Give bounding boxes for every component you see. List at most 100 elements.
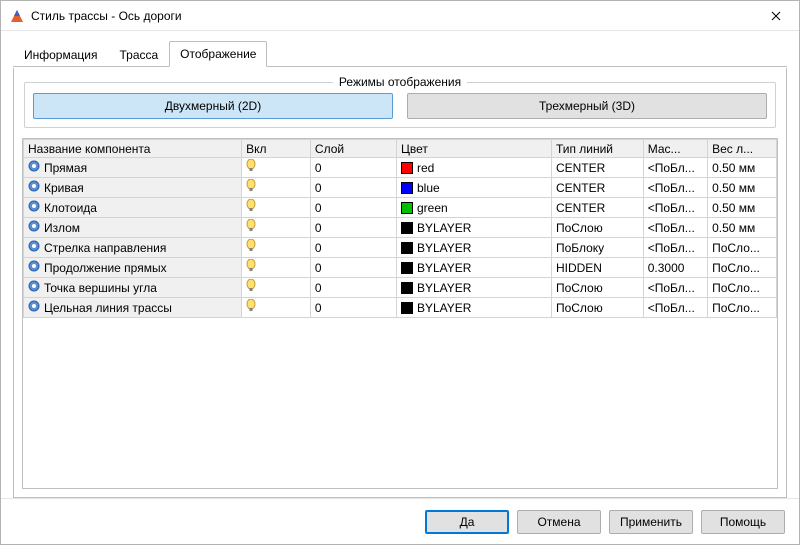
mode-2d-button[interactable]: Двухмерный (2D): [33, 93, 393, 119]
cell-linetype[interactable]: ПоСлою: [551, 218, 643, 238]
cell-lineweight[interactable]: 0.50 мм: [708, 158, 777, 178]
tab-information[interactable]: Информация: [13, 42, 108, 67]
cell-linetype[interactable]: ПоСлою: [551, 278, 643, 298]
cell-linetype[interactable]: ПоБлоку: [551, 238, 643, 258]
cell-scale[interactable]: <ПоБл...: [643, 218, 707, 238]
cell-color[interactable]: BYLAYER: [397, 298, 552, 318]
components-grid-wrap[interactable]: Название компонента Вкл Слой Цвет Тип ли…: [22, 138, 778, 489]
titlebar: Стиль трассы - Ось дороги: [1, 1, 799, 31]
table-row[interactable]: Прямая0redCENTER<ПоБл...0.50 мм: [24, 158, 777, 178]
col-header-on[interactable]: Вкл: [242, 140, 311, 158]
lightbulb-icon[interactable]: [246, 162, 256, 176]
cell-layer[interactable]: 0: [310, 158, 396, 178]
cell-color[interactable]: green: [397, 198, 552, 218]
color-swatch: [401, 182, 413, 194]
component-icon: [28, 160, 40, 175]
tab-trace[interactable]: Трасса: [108, 42, 169, 67]
display-modes-group: Режимы отображения Двухмерный (2D) Трехм…: [24, 82, 776, 128]
col-header-lineweight[interactable]: Вес л...: [708, 140, 777, 158]
component-icon: [28, 220, 40, 235]
cell-layer[interactable]: 0: [310, 298, 396, 318]
apply-button[interactable]: Применить: [609, 510, 693, 534]
cell-layer[interactable]: 0: [310, 218, 396, 238]
component-name: Излом: [44, 221, 80, 235]
color-name: BYLAYER: [417, 241, 471, 255]
col-header-linetype[interactable]: Тип линий: [551, 140, 643, 158]
color-swatch: [401, 242, 413, 254]
component-name: Кривая: [44, 181, 84, 195]
tab-underline: [13, 66, 787, 67]
component-name: Стрелка направления: [44, 241, 166, 255]
cell-linetype[interactable]: CENTER: [551, 178, 643, 198]
help-button[interactable]: Помощь: [701, 510, 785, 534]
cell-lineweight[interactable]: 0.50 мм: [708, 178, 777, 198]
lightbulb-icon[interactable]: [246, 222, 256, 236]
color-swatch: [401, 202, 413, 214]
color-name: BYLAYER: [417, 281, 471, 295]
cell-lineweight[interactable]: 0.50 мм: [708, 218, 777, 238]
lightbulb-icon[interactable]: [246, 182, 256, 196]
tab-display[interactable]: Отображение: [169, 41, 267, 67]
cell-color[interactable]: BYLAYER: [397, 278, 552, 298]
lightbulb-icon[interactable]: [246, 262, 256, 276]
cell-scale[interactable]: <ПоБл...: [643, 198, 707, 218]
cell-lineweight[interactable]: ПоСло...: [708, 298, 777, 318]
cell-color[interactable]: red: [397, 158, 552, 178]
mode-3d-button[interactable]: Трехмерный (3D): [407, 93, 767, 119]
lightbulb-icon[interactable]: [246, 302, 256, 316]
col-header-color[interactable]: Цвет: [397, 140, 552, 158]
cell-linetype[interactable]: HIDDEN: [551, 258, 643, 278]
color-name: BYLAYER: [417, 221, 471, 235]
cell-color[interactable]: BYLAYER: [397, 218, 552, 238]
col-header-layer[interactable]: Слой: [310, 140, 396, 158]
cell-scale[interactable]: <ПоБл...: [643, 158, 707, 178]
cell-layer[interactable]: 0: [310, 258, 396, 278]
component-icon: [28, 240, 40, 255]
cell-scale[interactable]: <ПоБл...: [643, 178, 707, 198]
cell-linetype[interactable]: CENTER: [551, 158, 643, 178]
cell-linetype[interactable]: CENTER: [551, 198, 643, 218]
cell-color[interactable]: BYLAYER: [397, 238, 552, 258]
close-button[interactable]: [753, 1, 799, 31]
component-icon: [28, 280, 40, 295]
cell-layer[interactable]: 0: [310, 178, 396, 198]
color-name: red: [417, 161, 434, 175]
cell-lineweight[interactable]: 0.50 мм: [708, 198, 777, 218]
cell-layer[interactable]: 0: [310, 198, 396, 218]
ok-button[interactable]: Да: [425, 510, 509, 534]
component-icon: [28, 260, 40, 275]
table-row[interactable]: Цельная линия трассы0BYLAYERПоСлою<ПоБл.…: [24, 298, 777, 318]
cell-scale[interactable]: <ПоБл...: [643, 298, 707, 318]
table-row[interactable]: Клотоида 0greenCENTER<ПоБл...0.50 мм: [24, 198, 777, 218]
components-grid: Название компонента Вкл Слой Цвет Тип ли…: [23, 139, 777, 318]
lightbulb-icon[interactable]: [246, 202, 256, 216]
cell-layer[interactable]: 0: [310, 238, 396, 258]
cell-lineweight[interactable]: ПоСло...: [708, 238, 777, 258]
col-header-scale[interactable]: Мас...: [643, 140, 707, 158]
cell-layer[interactable]: 0: [310, 278, 396, 298]
color-name: blue: [417, 181, 440, 195]
table-row[interactable]: Точка вершины угла0BYLAYERПоСлою<ПоБл...…: [24, 278, 777, 298]
table-row[interactable]: Стрелка направления 0 BYLAYER ПоБлоку<ПоБл.…: [24, 238, 777, 258]
col-header-name[interactable]: Название компонента: [24, 140, 242, 158]
table-row[interactable]: Продолжение прямых0BYLAYERHIDDEN0.3000По…: [24, 258, 777, 278]
dialog-footer: Да Отмена Применить Помощь: [1, 498, 799, 544]
display-modes-buttons: Двухмерный (2D) Трехмерный (3D): [33, 93, 767, 119]
cell-linetype[interactable]: ПоСлою: [551, 298, 643, 318]
table-row[interactable]: Кривая 0 blue CENTER<ПоБл...0.50 мм: [24, 178, 777, 198]
component-name: Клотоида: [44, 201, 97, 215]
table-row[interactable]: Излом 0 BYLAYER ПоСлою<ПоБл...0.50 мм: [24, 218, 777, 238]
color-swatch: [401, 262, 413, 274]
cell-color[interactable]: BYLAYER: [397, 258, 552, 278]
color-swatch: [401, 302, 413, 314]
component-icon: [28, 300, 40, 315]
cell-scale[interactable]: <ПоБл...: [643, 278, 707, 298]
cell-scale[interactable]: 0.3000: [643, 258, 707, 278]
lightbulb-icon[interactable]: [246, 282, 256, 296]
cell-color[interactable]: blue: [397, 178, 552, 198]
cell-lineweight[interactable]: ПоСло...: [708, 278, 777, 298]
cancel-button[interactable]: Отмена: [517, 510, 601, 534]
cell-scale[interactable]: <ПоБл...: [643, 238, 707, 258]
cell-lineweight[interactable]: ПоСло...: [708, 258, 777, 278]
lightbulb-icon[interactable]: [246, 242, 256, 256]
